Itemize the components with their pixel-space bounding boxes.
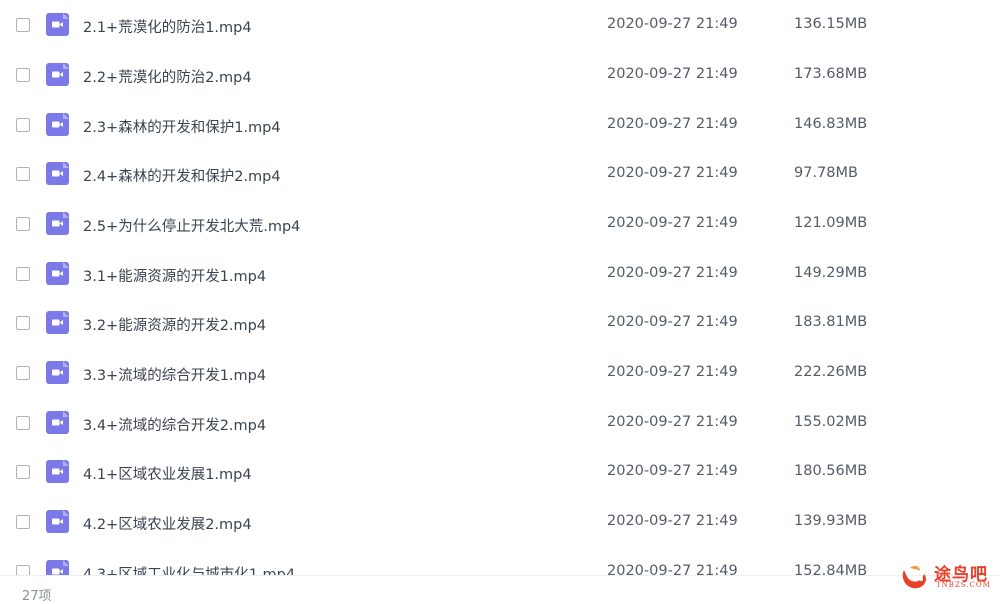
video-file-icon [46, 361, 69, 385]
video-file-icon [46, 311, 69, 335]
row-checkbox[interactable] [16, 465, 30, 480]
row-checkbox[interactable] [16, 515, 30, 530]
file-row[interactable]: 2.5+为什么停止开发北大荒.mp4 2020-09-27 21:49 121.09… [0, 199, 1000, 249]
watermark-subtext: TNBZS.COM [936, 581, 991, 589]
file-name[interactable]: 2.1+荒漠化的防治1.mp4 [83, 16, 252, 37]
file-name[interactable]: 2.5+为什么停止开发北大荒.mp4 [83, 215, 300, 236]
row-checkbox[interactable] [16, 117, 30, 132]
bird-logo-icon [902, 565, 926, 589]
file-size: 183.81MB [794, 314, 868, 331]
file-size: 152.84MB [794, 562, 868, 575]
file-modified-time: 2020-09-27 21:49 [607, 65, 738, 82]
row-checkbox[interactable] [16, 216, 30, 231]
item-count: 27项 [22, 589, 52, 604]
row-checkbox[interactable] [16, 67, 30, 82]
video-file-icon [46, 13, 69, 37]
file-size: 136.15MB [794, 16, 868, 33]
file-row[interactable]: 3.2+能源资源的开发2.mp4 2020-09-27 21:49 183.81MB [0, 298, 1000, 348]
file-modified-time: 2020-09-27 21:49 [607, 364, 738, 381]
watermark-logo: 途鸟吧 TNBZS.COM [898, 558, 998, 596]
file-name[interactable]: 4.1+区域农业发展1.mp4 [83, 463, 252, 484]
file-size: 155.02MB [794, 413, 868, 430]
file-row[interactable]: 3.3+流域的综合开发1.mp4 2020-09-27 21:49 222.26MB [0, 348, 1000, 398]
file-modified-time: 2020-09-27 21:49 [607, 463, 738, 480]
video-file-icon [46, 410, 69, 434]
row-checkbox[interactable] [16, 564, 30, 575]
video-file-icon [46, 460, 69, 484]
video-file-icon [46, 112, 69, 136]
video-file-icon [46, 510, 69, 534]
file-size: 97.78MB [794, 165, 858, 182]
row-checkbox[interactable] [16, 415, 30, 430]
file-row[interactable]: 4.3+区域工业化与城市化1.mp4 2020-09-27 21:49 152.84… [0, 547, 1000, 575]
file-name[interactable]: 4.3+区域工业化与城市化1.mp4 [83, 563, 295, 575]
file-name[interactable]: 2.3+森林的开发和保护1.mp4 [83, 116, 281, 137]
file-row[interactable]: 2.3+森林的开发和保护1.mp4 2020-09-27 21:49 146.83M… [0, 100, 1000, 150]
file-row[interactable]: 2.4+森林的开发和保护2.mp4 2020-09-27 21:49 97.78MB [0, 149, 1000, 199]
row-checkbox[interactable] [16, 167, 30, 182]
file-row[interactable]: 2.2+荒漠化的防治2.mp4 2020-09-27 21:49 173.68MB [0, 50, 1000, 100]
file-modified-time: 2020-09-27 21:49 [607, 264, 738, 281]
file-size: 222.26MB [794, 364, 868, 381]
video-file-icon [46, 261, 69, 285]
row-checkbox[interactable] [16, 266, 30, 281]
file-row[interactable]: 3.4+流域的综合开发2.mp4 2020-09-27 21:49 155.02MB [0, 398, 1000, 448]
video-file-icon [46, 162, 69, 186]
file-modified-time: 2020-09-27 21:49 [607, 214, 738, 231]
file-name[interactable]: 2.4+森林的开发和保护2.mp4 [83, 165, 281, 186]
row-checkbox[interactable] [16, 366, 30, 381]
file-modified-time: 2020-09-27 21:49 [607, 16, 738, 33]
file-modified-time: 2020-09-27 21:49 [607, 562, 738, 575]
file-modified-time: 2020-09-27 21:49 [607, 413, 738, 430]
file-name[interactable]: 2.2+荒漠化的防治2.mp4 [83, 66, 252, 87]
file-size: 121.09MB [794, 214, 868, 231]
file-row[interactable]: 3.1+能源资源的开发1.mp4 2020-09-27 21:49 149.29MB [0, 249, 1000, 299]
file-row[interactable]: 4.2+区域农业发展2.mp4 2020-09-27 21:49 139.93MB [0, 497, 1000, 547]
file-size: 180.56MB [794, 463, 868, 480]
file-modified-time: 2020-09-27 21:49 [607, 314, 738, 331]
video-file-icon [46, 62, 69, 86]
file-modified-time: 2020-09-27 21:49 [607, 115, 738, 132]
file-list: 2.1+荒漠化的防治1.mp4 2020-09-27 21:49 136.15MB 2… [0, 0, 1000, 575]
file-name[interactable]: 4.2+区域农业发展2.mp4 [83, 513, 252, 534]
file-size: 146.83MB [794, 115, 868, 132]
status-bar: 27项 [0, 575, 1000, 604]
file-name[interactable]: 3.1+能源资源的开发1.mp4 [83, 265, 266, 286]
file-size: 173.68MB [794, 65, 868, 82]
row-checkbox[interactable] [16, 18, 30, 33]
file-modified-time: 2020-09-27 21:49 [607, 165, 738, 182]
video-file-icon [46, 211, 69, 235]
file-name[interactable]: 3.4+流域的综合开发2.mp4 [83, 414, 266, 435]
file-row[interactable]: 2.1+荒漠化的防治1.mp4 2020-09-27 21:49 136.15MB [0, 0, 1000, 50]
row-checkbox[interactable] [16, 316, 30, 331]
file-name[interactable]: 3.3+流域的综合开发1.mp4 [83, 364, 266, 385]
file-modified-time: 2020-09-27 21:49 [607, 513, 738, 530]
file-name[interactable]: 3.2+能源资源的开发2.mp4 [83, 314, 266, 335]
file-size: 149.29MB [794, 264, 868, 281]
file-row[interactable]: 4.1+区域农业发展1.mp4 2020-09-27 21:49 180.56MB [0, 447, 1000, 497]
file-size: 139.93MB [794, 513, 868, 530]
video-file-icon [46, 559, 69, 575]
